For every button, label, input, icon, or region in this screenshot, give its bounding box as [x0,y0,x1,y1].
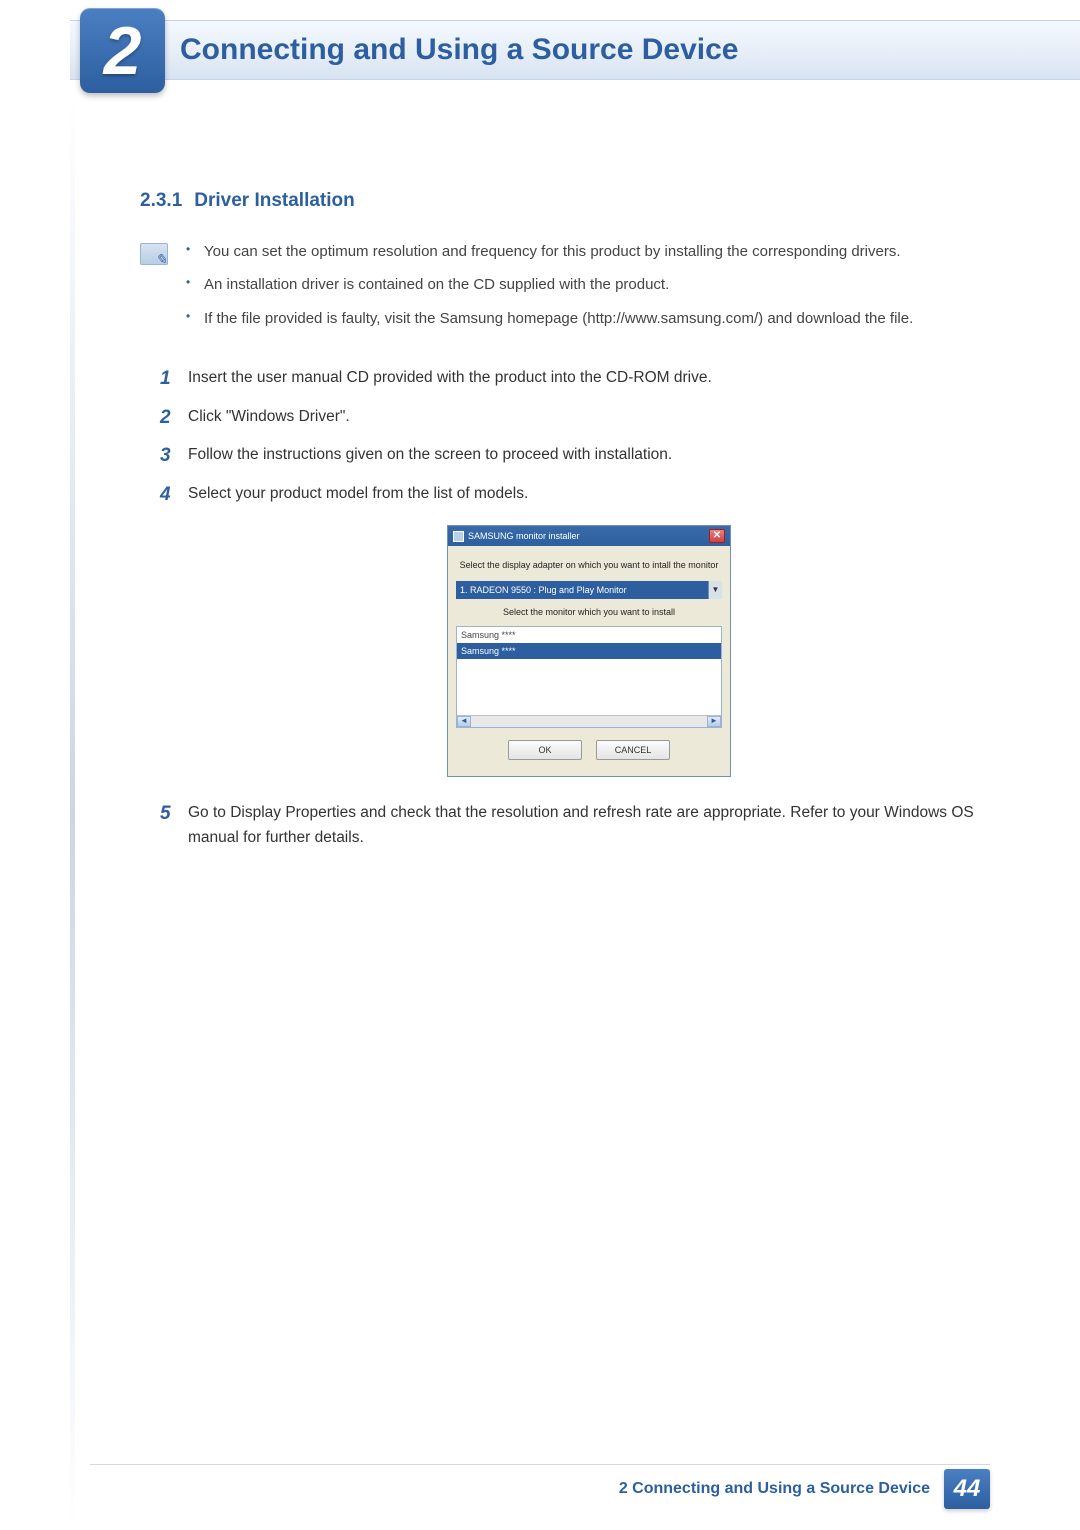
step-number: 2 [160,403,171,433]
page-footer: 2 Connecting and Using a Source Device 4… [90,1469,990,1509]
chapter-title: Connecting and Using a Source Device [180,33,738,67]
note-block: You can set the optimum resolution and f… [140,240,990,340]
chapter-header: Connecting and Using a Source Device [70,20,1080,80]
page-number: 44 [954,1475,981,1503]
scroll-left-icon[interactable]: ◄ [457,716,471,727]
page-content: 2.3.1 Driver Installation You can set the… [140,190,990,864]
step-text: Click "Windows Driver". [188,408,350,425]
step-item: 1 Insert the user manual CD provided wit… [160,366,990,391]
monitor-listbox[interactable]: Samsung **** Samsung **** ◄ ► [456,626,722,728]
adapter-selected: 1. RADEON 9550 : Plug and Play Monitor [460,585,627,595]
footer-chapter-text: 2 Connecting and Using a Source Device [619,1480,930,1498]
step-text: Insert the user manual CD provided with … [188,369,712,386]
cancel-button[interactable]: CANCEL [596,740,670,760]
step-text: Follow the instructions given on the scr… [188,446,672,463]
note-item: If the file provided is faulty, visit th… [186,307,913,330]
step-number: 1 [160,364,171,394]
step-item: 5 Go to Display Properties and check tha… [160,801,990,851]
list-item[interactable]: Samsung **** [457,643,721,659]
step-item: 4 Select your product model from the lis… [160,482,990,777]
step-number: 4 [160,480,171,510]
horizontal-scrollbar[interactable]: ◄ ► [457,715,721,727]
dialog-body: Select the display adapter on which you … [448,546,730,776]
section-number: 2.3.1 [140,190,182,211]
note-list: You can set the optimum resolution and f… [186,240,913,340]
section-heading: 2.3.1 Driver Installation [140,190,990,212]
dialog-buttons: OK CANCEL [456,728,722,770]
list-item[interactable]: Samsung **** [457,627,721,643]
installer-screenshot: SAMSUNG monitor installer ✕ Select the d… [447,525,731,777]
scroll-right-icon[interactable]: ► [707,716,721,727]
ok-button[interactable]: OK [508,740,582,760]
step-item: 2 Click "Windows Driver". [160,405,990,430]
note-item: An installation driver is contained on t… [186,273,913,296]
dialog-window: SAMSUNG monitor installer ✕ Select the d… [447,525,731,777]
step-number: 5 [160,799,171,829]
left-margin-strip [70,100,75,1530]
adapter-prompt: Select the display adapter on which you … [456,558,722,572]
dialog-title-text: SAMSUNG monitor installer [468,529,580,543]
footer-rule [90,1464,990,1465]
chevron-down-icon[interactable]: ▼ [708,581,722,599]
step-text: Go to Display Properties and check that … [188,804,974,846]
adapter-dropdown[interactable]: 1. RADEON 9550 : Plug and Play Monitor ▼ [456,581,722,599]
app-icon [453,531,464,542]
chapter-number-badge: 2 [80,8,165,93]
page-number-badge: 44 [944,1469,990,1509]
step-number: 3 [160,441,171,471]
section-title: Driver Installation [194,190,355,211]
step-text: Select your product model from the list … [188,485,528,502]
chapter-number: 2 [104,12,142,90]
dialog-titlebar: SAMSUNG monitor installer ✕ [448,526,730,546]
note-item: You can set the optimum resolution and f… [186,240,913,263]
close-icon[interactable]: ✕ [709,529,725,543]
note-icon [140,243,168,265]
monitor-prompt: Select the monitor which you want to ins… [456,605,722,619]
steps-list: 1 Insert the user manual CD provided wit… [160,366,990,851]
step-item: 3 Follow the instructions given on the s… [160,443,990,468]
